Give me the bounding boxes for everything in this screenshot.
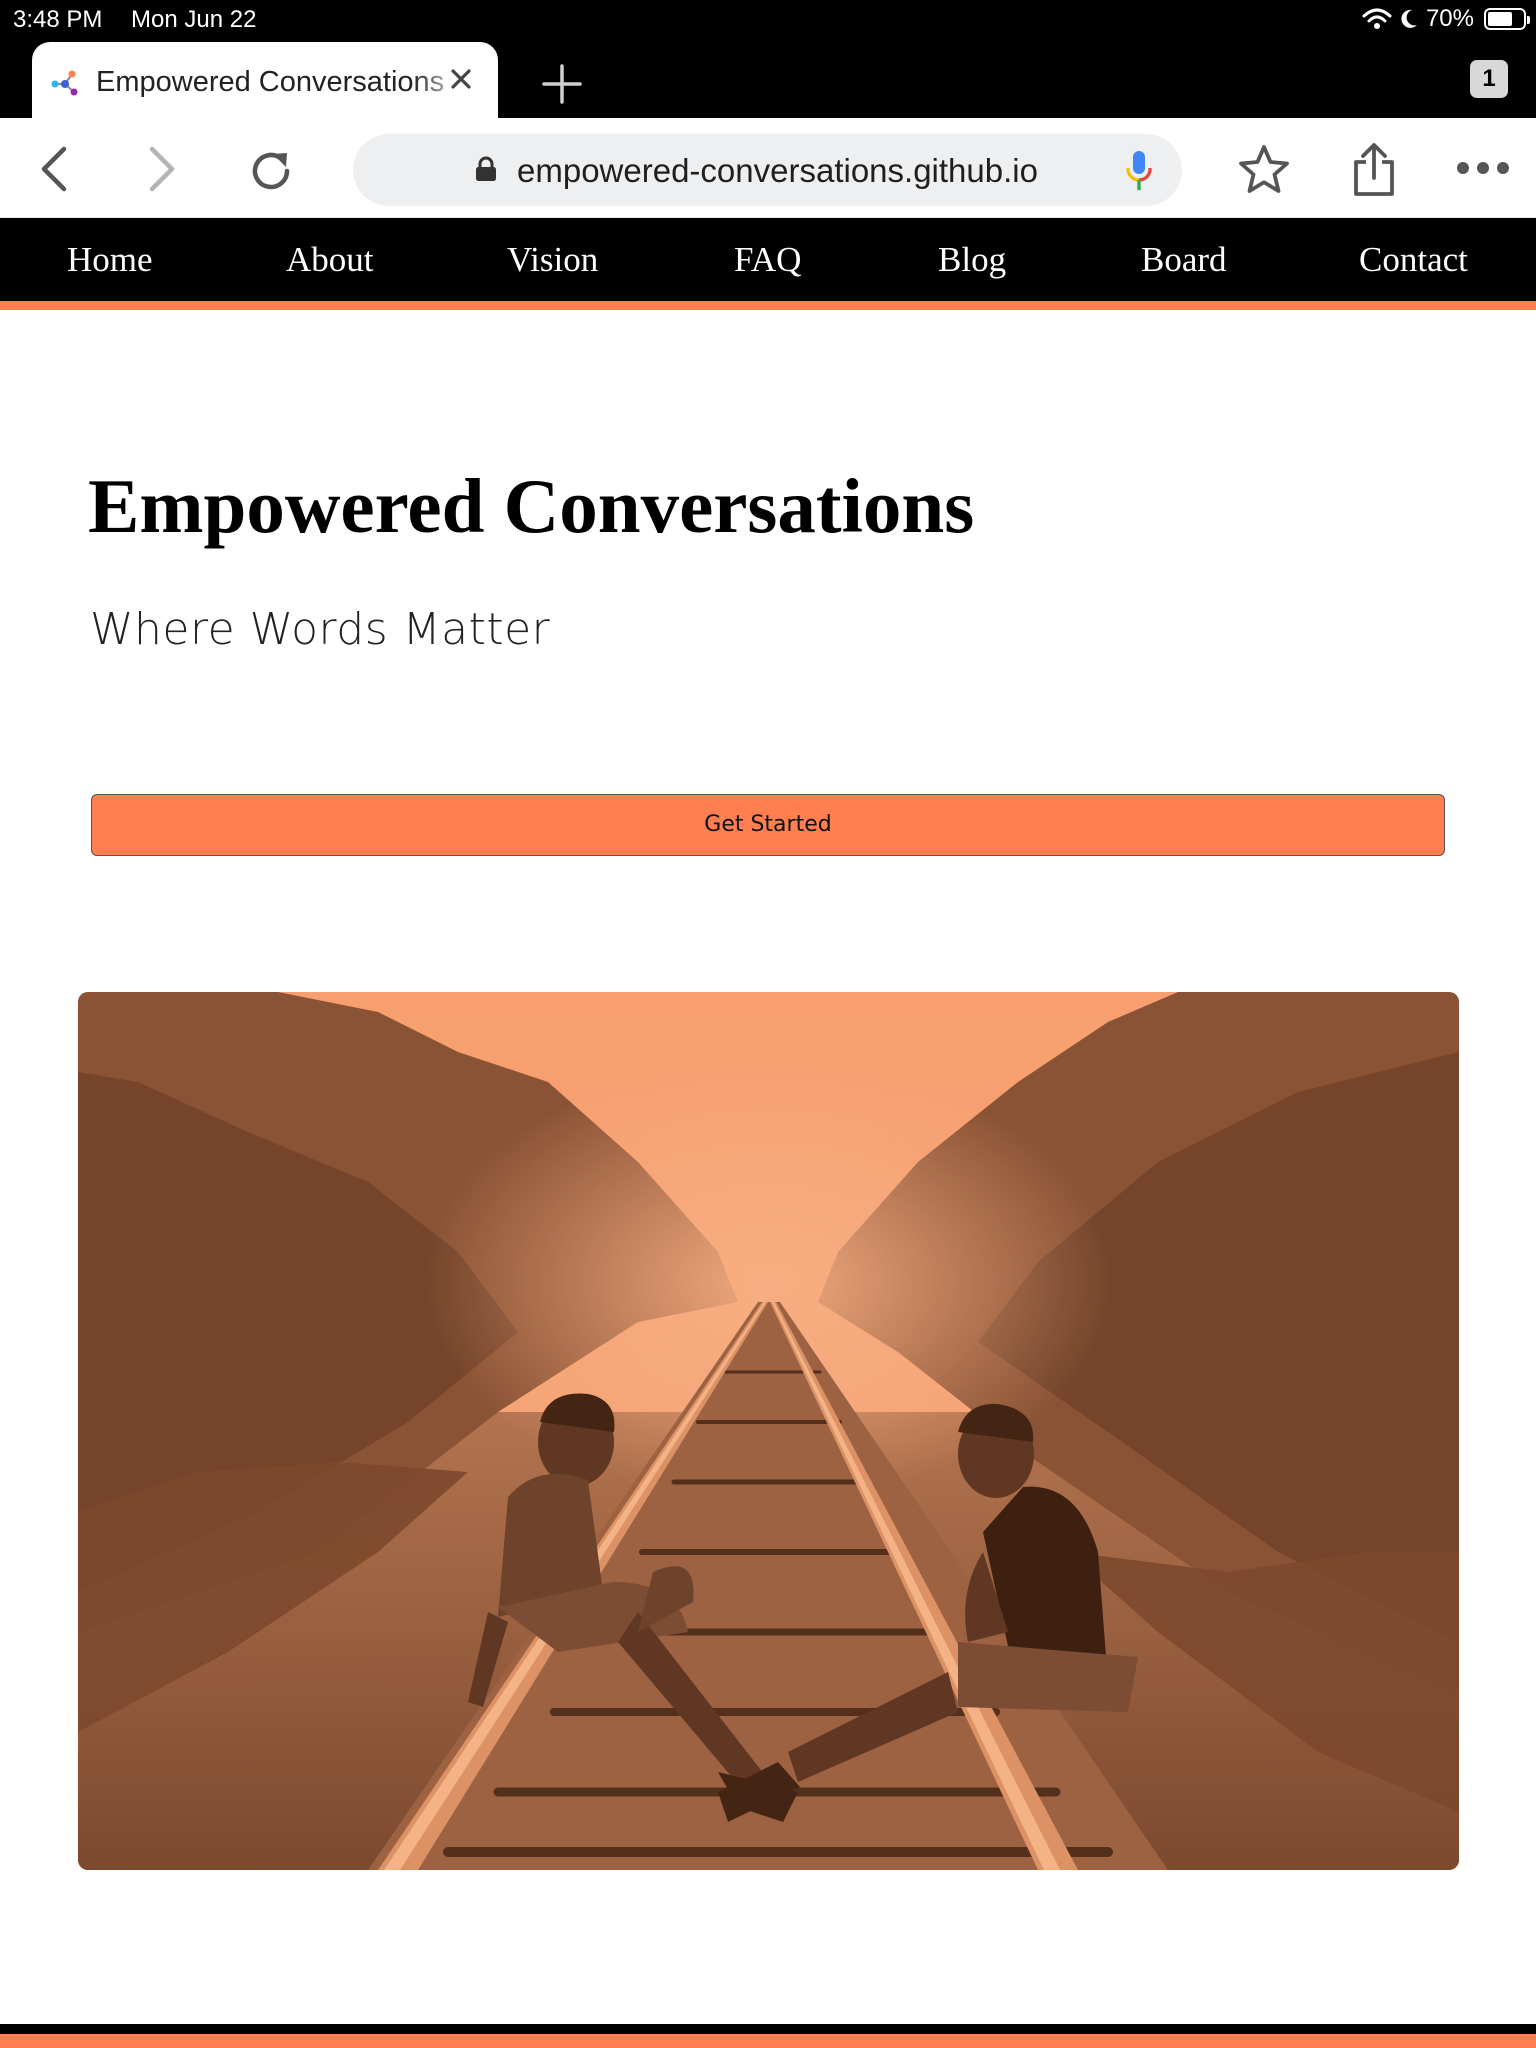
nav-link-faq[interactable]: FAQ <box>734 240 801 280</box>
share-icon[interactable] <box>1350 142 1398 198</box>
nav-link-board[interactable]: Board <box>1141 240 1227 280</box>
tab-title: Empowered Conversations <box>96 66 445 98</box>
browser-toolbar: empowered-conversations.github.io <box>0 118 1536 218</box>
url-text: empowered-conversations.github.io <box>517 152 1038 189</box>
status-time: 3:48 PM <box>13 6 103 33</box>
tab-switcher-button[interactable]: 1 <box>1470 60 1508 98</box>
new-tab-icon[interactable] <box>538 60 586 108</box>
footer-accent-bar <box>0 2024 1536 2048</box>
wifi-icon <box>1362 8 1392 29</box>
nav-link-vision[interactable]: Vision <box>507 240 598 280</box>
get-started-button[interactable]: Get Started <box>91 794 1445 856</box>
active-tab[interactable]: Empowered Conversations <box>32 42 498 118</box>
chevron-right-icon[interactable] <box>144 146 180 192</box>
moon-icon <box>1401 9 1417 28</box>
close-tab-icon[interactable] <box>446 64 476 94</box>
page-title: Empowered Conversations <box>88 463 975 549</box>
lock-icon <box>476 156 496 181</box>
site-favicon-icon <box>51 70 78 96</box>
battery-icon <box>1484 8 1530 30</box>
nav-link-contact[interactable]: Contact <box>1359 240 1468 280</box>
star-icon[interactable] <box>1236 142 1292 198</box>
nav-link-about[interactable]: About <box>286 240 374 280</box>
address-bar[interactable]: empowered-conversations.github.io <box>353 134 1182 206</box>
status-bar: 3:48 PM Mon Jun 22 70% <box>0 0 1536 40</box>
nav-link-blog[interactable]: Blog <box>938 240 1006 280</box>
chevron-left-icon[interactable] <box>36 146 72 192</box>
hero-photo <box>78 992 1459 1870</box>
page-subtitle: Where Words Matter <box>90 604 551 655</box>
tab-strip: Empowered Conversations 1 <box>0 40 1536 118</box>
site-navigation: Home About Vision FAQ Blog Board Contact <box>0 218 1536 310</box>
battery-percent: 70% <box>1425 5 1474 32</box>
reload-icon[interactable] <box>246 146 296 196</box>
status-date: Mon Jun 22 <box>131 6 257 33</box>
railway-photo-illustration <box>78 992 1459 1870</box>
status-indicators: 70% <box>1362 5 1530 33</box>
nav-link-home[interactable]: Home <box>67 240 153 280</box>
mic-icon[interactable] <box>1124 150 1154 192</box>
more-horizontal-icon[interactable] <box>1456 160 1510 176</box>
